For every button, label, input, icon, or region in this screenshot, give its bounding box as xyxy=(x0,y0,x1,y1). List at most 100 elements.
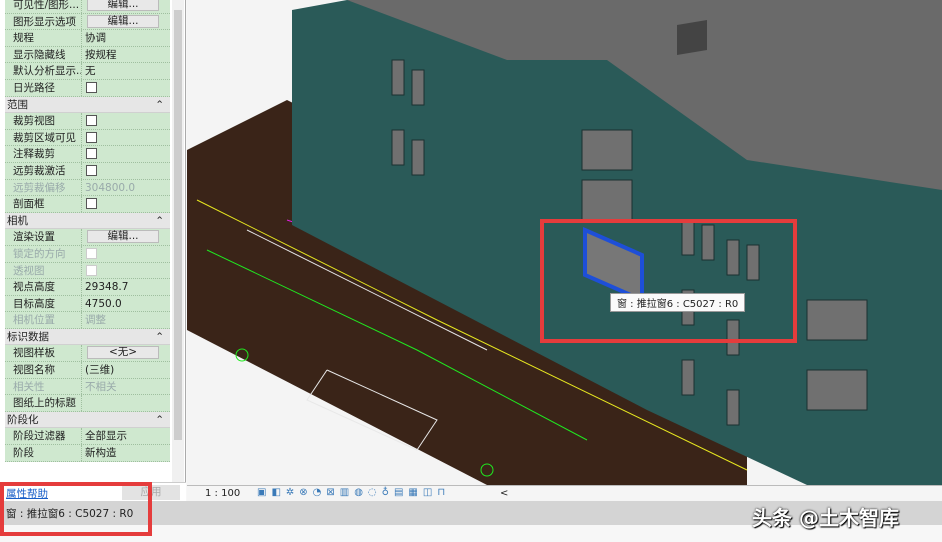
property-row: 规程 协调 xyxy=(5,30,170,47)
property-value-cell: 协调 xyxy=(82,30,170,46)
property-value: 不相关 xyxy=(85,380,117,393)
property-label: 阶段 xyxy=(5,445,82,461)
property-value-cell: 全部显示 xyxy=(82,428,170,444)
property-value[interactable]: 29348.7 xyxy=(85,281,128,293)
property-value-cell: 304800.0 xyxy=(82,180,170,196)
property-label: 剖面框 xyxy=(5,196,82,212)
collapse-arrow-icon[interactable]: < xyxy=(500,488,508,499)
property-row: 注释裁剪 xyxy=(5,146,170,163)
property-checkbox xyxy=(86,264,97,276)
property-value-cell xyxy=(82,80,170,96)
property-label: 裁剪区域可见 xyxy=(5,129,82,146)
view-control-bar: 1 : 100 ▣◧✲⊗◔⊠▥◍◌♁▤▦◫⊓ < xyxy=(187,485,942,501)
property-value-cell xyxy=(82,163,170,179)
property-checkbox[interactable] xyxy=(86,198,97,210)
scrollbar-thumb[interactable] xyxy=(174,10,182,440)
property-label: 可见性/图形... xyxy=(5,0,82,13)
property-row: 可见性/图形... 编辑... xyxy=(5,0,170,14)
property-value[interactable]: (三维) xyxy=(85,364,114,376)
property-value-cell: 无 xyxy=(82,63,170,79)
property-checkbox[interactable] xyxy=(86,115,97,127)
property-label: 图形显示选项 xyxy=(5,13,82,30)
properties-palette: 可见性/图形... 编辑... 图形显示选项 编辑... 规程 协调 显示隐藏线 按规程 默认分… xyxy=(0,0,186,482)
property-value: 调整 xyxy=(85,314,106,327)
property-row: 日光路径 xyxy=(5,79,170,97)
property-value-cell: 按规程 xyxy=(82,47,170,63)
property-value-cell: 新构造 xyxy=(82,445,170,461)
property-row: 裁剪区域可见 xyxy=(5,129,170,147)
property-row: 渲染设置 编辑... xyxy=(5,229,170,246)
collapse-icon[interactable]: ⌃ xyxy=(155,97,164,113)
property-value[interactable]: 4750.0 xyxy=(85,298,122,310)
roof-structure xyxy=(677,20,707,55)
property-label: 视图名称 xyxy=(5,362,82,378)
property-label: 默认分析显示... xyxy=(5,63,82,79)
property-value-cell: 编辑... xyxy=(82,229,170,245)
property-label: 日光路径 xyxy=(5,79,82,96)
property-value[interactable]: 无 xyxy=(85,65,96,77)
property-value-cell: 调整 xyxy=(82,312,170,328)
property-label: 远剪裁偏移 xyxy=(5,179,82,196)
property-value[interactable]: 按规程 xyxy=(85,49,117,61)
property-label: 视点高度 xyxy=(5,279,82,295)
properties-scrollbar[interactable] xyxy=(172,0,184,482)
edit-button[interactable]: <无> xyxy=(87,346,159,360)
property-value-cell xyxy=(82,395,170,411)
property-row: 视点高度 29348.7 xyxy=(5,279,170,296)
property-row: 视图样板 <无> xyxy=(5,345,170,363)
watermark: 头条 @土木智库 xyxy=(752,506,899,530)
scale-button[interactable]: 1 : 100 xyxy=(205,488,240,499)
collapse-icon[interactable]: ⌃ xyxy=(155,329,164,345)
property-row: 视图名称 (三维) xyxy=(5,362,170,379)
property-value-cell: (三维) xyxy=(82,362,170,378)
property-label: 远剪裁激活 xyxy=(5,162,82,179)
property-row: 相关性 不相关 xyxy=(5,378,170,396)
section-header[interactable]: 标识数据 ⌃ xyxy=(5,328,170,346)
property-value-cell: 编辑... xyxy=(82,14,170,30)
property-value-cell xyxy=(82,246,170,262)
edit-button[interactable]: 编辑... xyxy=(87,14,159,28)
edit-button[interactable]: 编辑... xyxy=(87,230,159,244)
property-row: 目标高度 4750.0 xyxy=(5,295,170,313)
property-value: 304800.0 xyxy=(85,181,136,194)
property-label: 阶段过滤器 xyxy=(5,428,82,445)
property-checkbox[interactable] xyxy=(86,81,97,93)
property-value[interactable]: 新构造 xyxy=(85,447,117,459)
section-header[interactable]: 范围 ⌃ xyxy=(5,96,170,114)
section-title: 阶段化 xyxy=(7,413,39,426)
section-header[interactable]: 阶段化 ⌃ xyxy=(5,411,170,429)
property-label: 注释裁剪 xyxy=(5,146,82,162)
property-row: 图纸上的标题 xyxy=(5,395,170,412)
property-value-cell xyxy=(82,130,170,146)
property-label: 规程 xyxy=(5,30,82,46)
property-row: 远剪裁偏移 304800.0 xyxy=(5,179,170,197)
property-checkbox[interactable] xyxy=(86,131,97,143)
property-value-cell xyxy=(82,196,170,212)
property-value-cell xyxy=(82,263,170,279)
property-label: 目标高度 xyxy=(5,295,82,312)
section-header[interactable]: 相机 ⌃ xyxy=(5,212,170,230)
property-value-cell: 不相关 xyxy=(82,379,170,395)
collapse-icon[interactable]: ⌃ xyxy=(155,213,164,229)
property-row: 裁剪视图 xyxy=(5,113,170,130)
property-value[interactable]: 全部显示 xyxy=(85,430,127,442)
property-checkbox[interactable] xyxy=(86,164,97,176)
property-label: 显示隐藏线 xyxy=(5,46,82,63)
edit-button[interactable]: 编辑... xyxy=(87,0,159,11)
section-title: 相机 xyxy=(7,214,28,227)
property-checkbox[interactable] xyxy=(86,148,97,160)
view-control-icons[interactable]: ▣◧✲⊗◔⊠▥◍◌♁▤▦◫⊓ xyxy=(257,487,450,498)
property-row: 阶段 新构造 xyxy=(5,445,170,462)
annotation-box-viewport xyxy=(540,219,797,343)
collapse-icon[interactable]: ⌃ xyxy=(155,412,164,428)
property-label: 裁剪视图 xyxy=(5,113,82,129)
property-value-cell: 4750.0 xyxy=(82,296,170,312)
property-row: 远剪裁激活 xyxy=(5,162,170,180)
property-label: 视图样板 xyxy=(5,345,82,362)
property-value-cell xyxy=(82,146,170,162)
property-row: 显示隐藏线 按规程 xyxy=(5,46,170,64)
property-value-cell: <无> xyxy=(82,345,170,361)
property-value-cell: 编辑... xyxy=(82,0,170,13)
property-row: 阶段过滤器 全部显示 xyxy=(5,428,170,446)
property-value[interactable]: 协调 xyxy=(85,32,106,44)
